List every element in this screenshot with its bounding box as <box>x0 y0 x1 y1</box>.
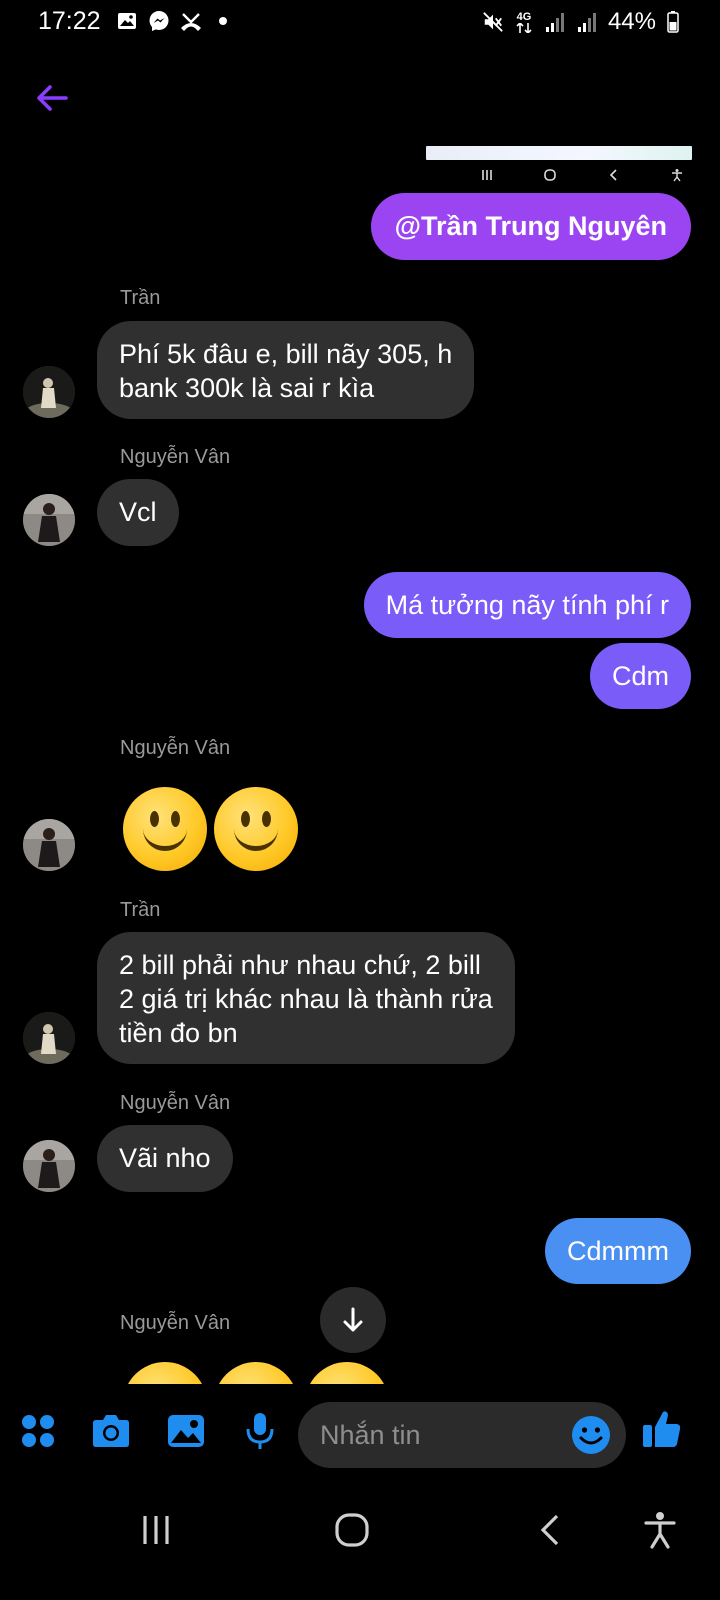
message-text: @Trần Trung Nguyên <box>394 211 667 241</box>
smiling-face-emoji[interactable] <box>214 1362 298 1384</box>
dot-icon <box>212 10 234 32</box>
accessibility-button[interactable] <box>630 1502 690 1558</box>
avatar[interactable] <box>23 494 75 546</box>
back-icon <box>605 166 623 184</box>
avatar[interactable] <box>23 1012 75 1064</box>
microphone-icon <box>246 1413 274 1449</box>
message-bubble-incoming[interactable]: Phí 5k đâu e, bill nãy 305, h bank 300k … <box>97 321 475 419</box>
recent-apps-icon <box>478 166 496 184</box>
arrow-down-icon <box>343 1307 363 1332</box>
home-button[interactable] <box>322 1502 382 1558</box>
back-nav-button[interactable] <box>520 1502 580 1558</box>
camera-icon <box>93 1415 129 1447</box>
message-bubble-incoming[interactable]: Vcl <box>97 479 179 546</box>
sender-name: Trần <box>120 899 161 921</box>
status-bar: 17:22 4G 44% <box>0 0 720 44</box>
message-text-line: 2 bill phải như nhau chứ, 2 bill <box>119 950 481 980</box>
avatar[interactable] <box>23 819 75 871</box>
message-bubble-outgoing[interactable]: Cdmmm <box>545 1218 691 1284</box>
message-text: Má tưởng nãy tính phí r <box>385 590 669 620</box>
message-bubble-outgoing[interactable]: Cdm <box>589 643 691 709</box>
mute-icon <box>482 11 504 33</box>
apps-grid-icon <box>22 1415 54 1447</box>
shared-screenshot-nav <box>472 164 692 186</box>
message-bubble-outgoing[interactable]: Má tưởng nãy tính phí r <box>363 572 691 638</box>
avatar[interactable] <box>23 1140 75 1192</box>
network-4g-icon: 4G <box>514 11 534 33</box>
accessibility-icon <box>644 1512 676 1549</box>
sender-name: Nguyễn Vân <box>120 446 231 468</box>
shared-screenshot-preview[interactable] <box>426 146 692 160</box>
recent-apps-button[interactable] <box>126 1502 186 1558</box>
message-bubble-outgoing[interactable]: @Trần Trung Nguyên <box>370 193 691 260</box>
smiling-face-emoji[interactable] <box>305 1362 389 1384</box>
partial-emoji-message[interactable] <box>0 1352 720 1384</box>
status-time: 17:22 <box>38 7 101 35</box>
message-text-line: bank 300k là sai r kìa <box>119 373 375 403</box>
sender-name: Trần <box>120 287 161 309</box>
emoji-button[interactable] <box>570 1414 612 1456</box>
message-text-line: Phí 5k đâu e, bill nãy 305, h <box>119 339 453 369</box>
emoji-icon <box>572 1416 610 1454</box>
message-text-line: tiền đo bn <box>119 1018 238 1048</box>
composer-bar <box>0 1395 720 1475</box>
gallery-button[interactable] <box>164 1409 208 1453</box>
arrow-left-icon <box>37 85 68 111</box>
apps-button[interactable] <box>16 1409 60 1453</box>
gallery-icon <box>168 1415 204 1447</box>
avatar[interactable] <box>23 366 75 418</box>
like-button[interactable] <box>640 1407 684 1451</box>
sender-name: Nguyễn Vân <box>120 737 231 759</box>
signal-icon <box>544 11 566 33</box>
scroll-to-bottom-button[interactable] <box>320 1287 386 1353</box>
message-text: Vãi nho <box>119 1143 211 1173</box>
message-text: Cdm <box>611 661 669 691</box>
message-text-line: 2 giá trị khác nhau là thành rửa <box>119 984 493 1014</box>
smiling-face-emoji[interactable] <box>123 787 207 871</box>
message-text: Cdmmm <box>567 1236 669 1266</box>
camera-button[interactable] <box>89 1409 133 1453</box>
smiling-face-emoji[interactable] <box>123 1362 207 1384</box>
gallery-icon <box>116 10 138 32</box>
home-icon <box>541 166 559 184</box>
message-bubble-incoming[interactable]: 2 bill phải như nhau chứ, 2 bill 2 giá t… <box>97 932 515 1064</box>
missed-call-icon <box>180 10 202 32</box>
thumbs-up-icon <box>643 1411 681 1447</box>
back-button[interactable] <box>30 76 74 120</box>
sender-name: Nguyễn Vân <box>120 1312 231 1334</box>
home-icon <box>335 1513 369 1547</box>
back-icon <box>540 1514 559 1546</box>
accessibility-icon <box>668 166 686 184</box>
smiling-face-emoji[interactable] <box>214 787 298 871</box>
recent-apps-icon <box>143 1516 169 1544</box>
messenger-icon <box>148 10 170 32</box>
message-text: Vcl <box>119 497 157 527</box>
microphone-button[interactable] <box>238 1409 282 1453</box>
sender-name: Nguyễn Vân <box>120 1092 231 1114</box>
message-bubble-incoming[interactable]: Vãi nho <box>97 1125 233 1192</box>
signal-icon <box>576 11 598 33</box>
battery-percent: 44% <box>607 8 656 35</box>
system-nav-bar <box>0 1480 720 1600</box>
battery-icon <box>666 11 680 33</box>
